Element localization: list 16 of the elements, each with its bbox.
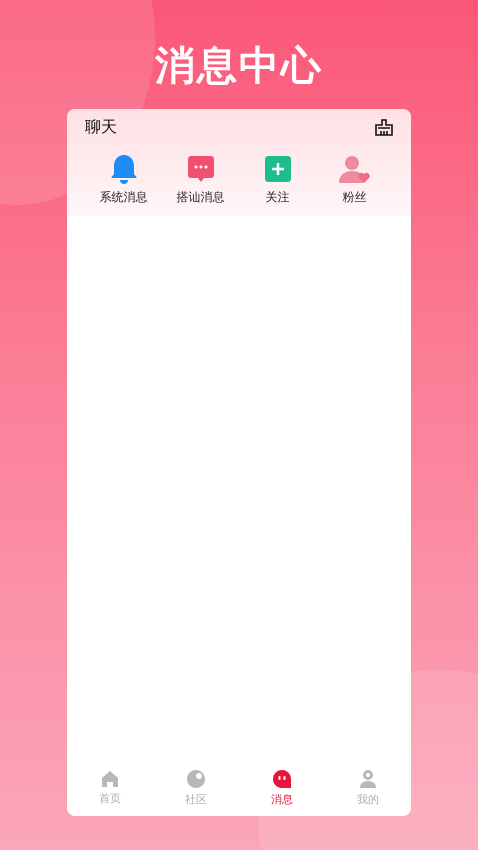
shortcut-label[interactable]: 搭讪消息 — [176, 189, 224, 206]
home-icon — [101, 770, 119, 788]
planet-icon — [186, 769, 206, 789]
shortcut-label[interactable]: 系统消息 — [100, 189, 148, 206]
plus-icon — [264, 155, 292, 183]
broom-icon[interactable] — [375, 118, 393, 136]
page-title: 消息中心 — [155, 42, 323, 91]
tab-item[interactable]: 消息 — [239, 769, 325, 807]
shortcut-label[interactable]: 粉丝 — [342, 189, 366, 206]
chat-bubble-icon — [186, 154, 216, 184]
shortcut-label[interactable]: 关注 — [266, 189, 290, 206]
bell-icon — [108, 153, 138, 185]
user-heart-icon — [338, 153, 372, 185]
user-icon — [359, 769, 377, 789]
chat-face-icon — [272, 769, 292, 789]
card-title: 聊天 — [85, 116, 117, 138]
